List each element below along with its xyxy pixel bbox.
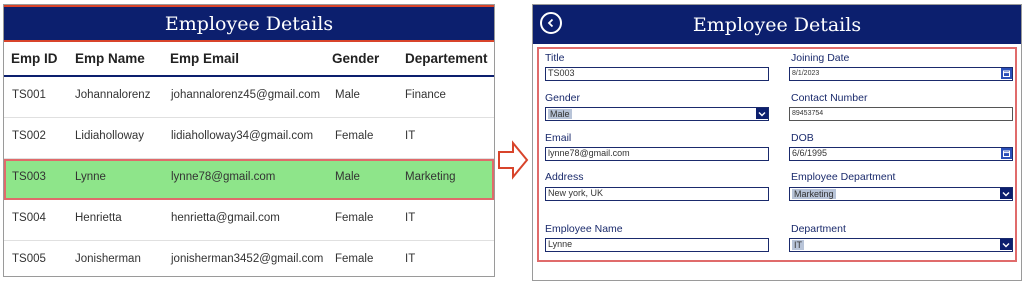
gallery-screen: Employee Details Emp ID Emp Name Emp Ema… [3, 4, 495, 277]
column-header-gender: Gender [332, 51, 380, 66]
email-input[interactable]: lynne78@gmail.com [545, 147, 769, 161]
department-dropdown[interactable]: IT [789, 238, 1013, 252]
page-title: Employee Details [164, 12, 334, 35]
contact-number-label: Contact Number [791, 92, 868, 104]
address-input[interactable]: New york, UK [545, 187, 769, 201]
table-row[interactable]: TS005 Jonisherman jonisherman3452@gmail.… [4, 241, 494, 276]
gender-label: Gender [545, 92, 581, 104]
table-row[interactable]: TS004 Henrietta henrietta@gmail.com Fema… [4, 200, 494, 241]
table-header: Emp ID Emp Name Emp Email Gender Departe… [4, 42, 494, 77]
department-label: Department [791, 223, 846, 235]
department-selected: IT [792, 240, 804, 250]
cell-emp-email: jonisherman3452@gmail.com [171, 253, 324, 265]
page-title: Employee Details [692, 13, 862, 36]
cell-emp-id: TS005 [12, 253, 46, 265]
gender-dropdown[interactable]: Male [545, 107, 769, 121]
cell-emp-name: Johannalorenz [75, 89, 151, 101]
cell-gender: Male [335, 89, 360, 101]
detail-screen: Employee Details Title TS003 Joining Dat… [532, 4, 1022, 281]
cell-emp-name: Henrietta [75, 212, 122, 224]
cell-gender: Female [335, 130, 374, 142]
address-label: Address [545, 171, 584, 183]
title-label: Title [545, 52, 565, 64]
cell-emp-name: Lidiaholloway [75, 130, 145, 142]
dob-picker[interactable]: 6/6/1995 [789, 147, 1013, 161]
employee-department-label: Employee Department [791, 171, 896, 183]
table-row-selected[interactable]: TS003 Lynne lynne78@gmail.com Male Marke… [4, 159, 494, 200]
joining-date-picker[interactable]: 8/1/2023 [789, 67, 1013, 81]
arrow-right-icon [498, 140, 529, 180]
dob-value: 6/6/1995 [792, 148, 828, 158]
title-input[interactable]: TS003 [545, 67, 769, 81]
joining-date-value: 8/1/2023 [792, 70, 820, 77]
table-row[interactable]: TS001 Johannalorenz johannalorenz45@gmai… [4, 77, 494, 118]
calendar-icon[interactable] [1001, 148, 1012, 159]
column-header-emp-email: Emp Email [170, 51, 240, 66]
cell-emp-id: TS004 [12, 212, 46, 224]
cell-department: IT [405, 253, 416, 265]
employee-department-dropdown[interactable]: Marketing [789, 187, 1013, 201]
edit-form: Title TS003 Joining Date 8/1/2023 Gender… [537, 47, 1017, 262]
detail-header: Employee Details [533, 5, 1021, 44]
chevron-down-icon[interactable] [1000, 239, 1012, 250]
employee-department-selected: Marketing [792, 189, 836, 199]
cell-gender: Female [335, 253, 374, 265]
cell-emp-id: TS002 [12, 130, 46, 142]
contact-number-input[interactable]: 89453754 [789, 107, 1013, 121]
chevron-down-icon[interactable] [1000, 188, 1012, 199]
back-button[interactable] [540, 12, 562, 34]
cell-emp-email: henrietta@gmail.com [171, 212, 280, 224]
column-header-emp-id: Emp ID [11, 51, 58, 66]
dob-label: DOB [791, 132, 814, 144]
cell-emp-id: TS003 [12, 171, 46, 183]
back-icon [547, 18, 554, 28]
cell-department: Finance [405, 89, 446, 101]
cell-department: IT [405, 212, 416, 224]
cell-gender: Male [335, 171, 360, 183]
cell-emp-name: Jonisherman [75, 253, 141, 265]
chevron-down-icon[interactable] [756, 108, 768, 119]
cell-department: IT [405, 130, 416, 142]
cell-gender: Female [335, 212, 374, 224]
cell-emp-email: lynne78@gmail.com [171, 171, 276, 183]
cell-emp-id: TS001 [12, 89, 46, 101]
employee-name-input[interactable]: Lynne [545, 238, 769, 252]
email-label: Email [545, 132, 572, 144]
column-header-emp-name: Emp Name [75, 51, 145, 66]
joining-date-label: Joining Date [791, 52, 850, 64]
cell-department: Marketing [405, 171, 456, 183]
gender-selected: Male [548, 109, 572, 119]
column-header-department: Departement [405, 51, 488, 66]
cell-emp-name: Lynne [75, 171, 106, 183]
cell-emp-email: lidiaholloway34@gmail.com [171, 130, 314, 142]
cell-emp-email: johannalorenz45@gmail.com [171, 89, 321, 101]
table-row[interactable]: TS002 Lidiaholloway lidiaholloway34@gmai… [4, 118, 494, 159]
calendar-icon[interactable] [1001, 68, 1012, 79]
gallery-header: Employee Details [4, 5, 494, 42]
employee-name-label: Employee Name [545, 223, 623, 235]
